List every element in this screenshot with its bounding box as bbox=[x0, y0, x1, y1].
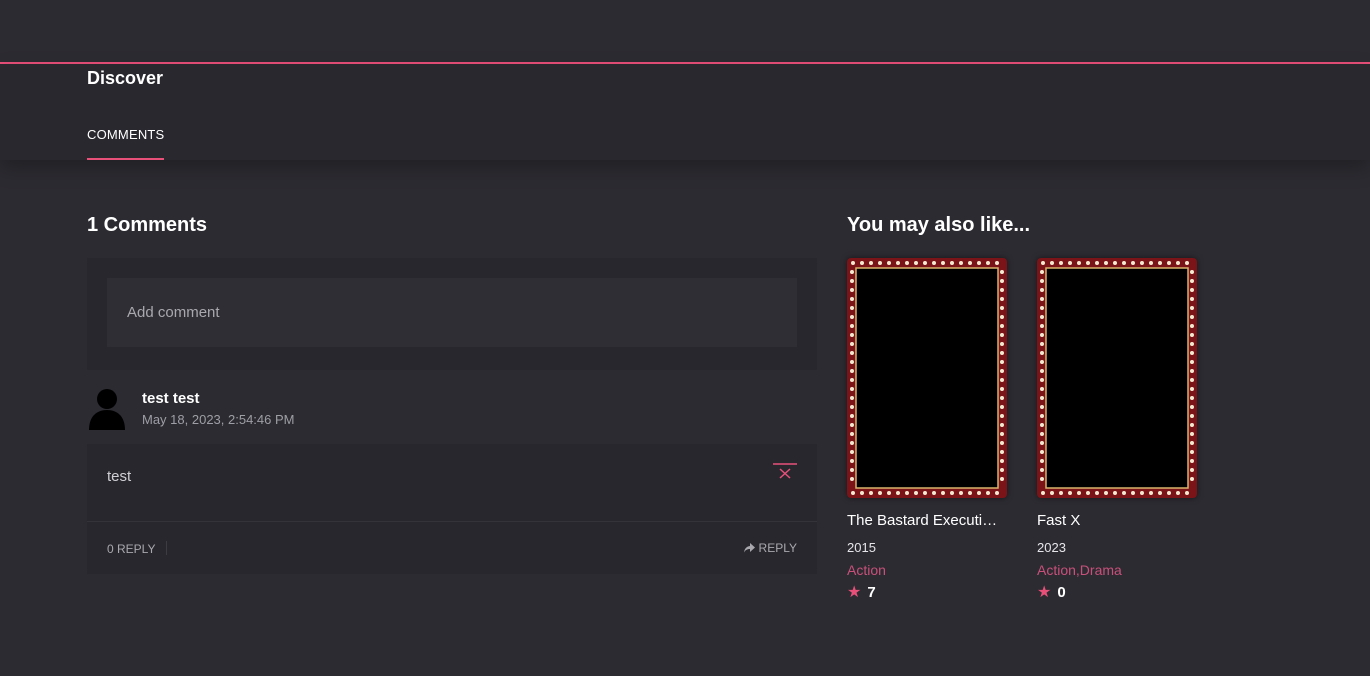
poster-frame-icon bbox=[1038, 259, 1196, 497]
movie-title[interactable]: Fast X bbox=[1037, 512, 1193, 529]
comments-heading: 1 Comments bbox=[87, 214, 208, 236]
movie-poster[interactable] bbox=[847, 258, 1007, 498]
comment-timestamp: May 18, 2023, 2:54:46 PM bbox=[142, 412, 295, 427]
comment-card: test 0 REPLY REPLY bbox=[87, 444, 817, 574]
movie-year: 2015 bbox=[847, 540, 876, 555]
tab-comments[interactable]: COMMENTS bbox=[87, 126, 165, 160]
reply-label: REPLY bbox=[758, 541, 797, 555]
page-header bbox=[0, 64, 1370, 160]
divider bbox=[166, 541, 167, 555]
top-navigation-bar bbox=[0, 0, 1370, 64]
comment-author: test test bbox=[142, 390, 200, 407]
star-icon: ★ bbox=[1037, 584, 1052, 601]
movie-genre: Action,Drama bbox=[1037, 562, 1122, 578]
close-icon bbox=[773, 463, 797, 479]
avatar bbox=[88, 388, 126, 430]
movie-card[interactable]: The Bastard Executioner 2015 Action ★ 7 bbox=[847, 258, 1007, 601]
page-title: Discover bbox=[87, 68, 164, 88]
reply-button[interactable]: REPLY bbox=[743, 541, 797, 555]
movie-genre: Action bbox=[847, 562, 886, 578]
movie-card[interactable]: Fast X 2023 Action,Drama ★ 0 bbox=[1037, 258, 1197, 601]
movie-poster[interactable] bbox=[1037, 258, 1197, 498]
movie-rating: ★ 7 bbox=[847, 582, 876, 602]
divider bbox=[87, 521, 817, 522]
delete-comment-button[interactable] bbox=[773, 463, 797, 481]
share-arrow-icon bbox=[743, 543, 755, 553]
movie-rating: ★ 0 bbox=[1037, 582, 1066, 602]
recommendations-heading: You may also like... bbox=[847, 214, 1031, 236]
poster-frame-icon bbox=[848, 259, 1006, 497]
user-silhouette-icon bbox=[89, 389, 125, 430]
add-comment-box bbox=[87, 258, 817, 370]
movie-year: 2023 bbox=[1037, 540, 1066, 555]
comment-text: test bbox=[107, 468, 132, 485]
rating-value: 7 bbox=[867, 583, 876, 601]
reply-count[interactable]: 0 REPLY bbox=[107, 542, 155, 556]
star-icon: ★ bbox=[847, 584, 862, 601]
add-comment-input[interactable] bbox=[107, 278, 797, 347]
movie-title[interactable]: The Bastard Executioner bbox=[847, 512, 1003, 529]
rating-value: 0 bbox=[1057, 583, 1066, 601]
